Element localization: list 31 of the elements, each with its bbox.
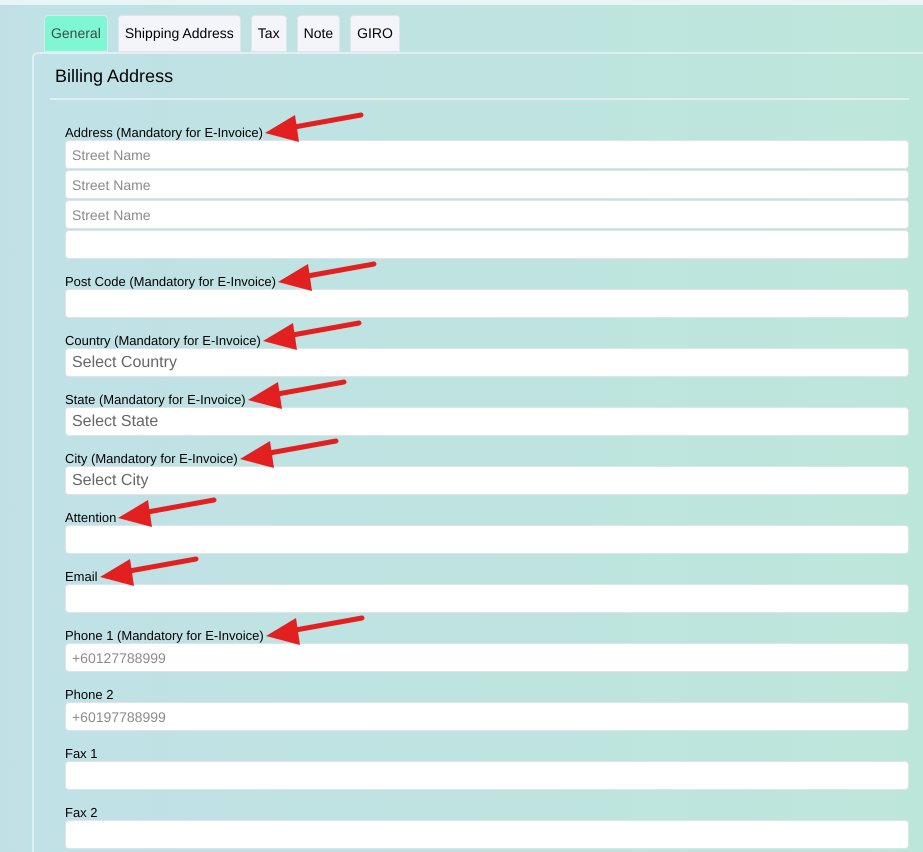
input-field[interactable] bbox=[65, 525, 909, 554]
section-title: Billing Address bbox=[54, 65, 174, 88]
field-label: Phone 2 bbox=[65, 687, 114, 702]
field-label: Address (Mandatory for E-Invoice) bbox=[65, 125, 263, 140]
input-field[interactable]: +60127788999 bbox=[65, 643, 909, 672]
input-field[interactable] bbox=[65, 820, 909, 849]
input-field[interactable] bbox=[65, 289, 909, 318]
field-label: Email bbox=[65, 569, 98, 584]
field-label: Fax 1 bbox=[65, 746, 98, 761]
select-field[interactable]: Select City bbox=[65, 466, 909, 495]
field-label: Phone 1 (Mandatory for E-Invoice) bbox=[65, 628, 264, 643]
tab[interactable]: GIRO bbox=[350, 15, 400, 52]
input-field[interactable] bbox=[65, 230, 909, 259]
field-label: City (Mandatory for E-Invoice) bbox=[65, 451, 238, 466]
tab[interactable]: Note bbox=[296, 15, 340, 52]
select-field[interactable]: Select Country bbox=[65, 348, 909, 377]
field-label: Fax 2 bbox=[65, 805, 98, 820]
field-label: Post Code (Mandatory for E-Invoice) bbox=[65, 274, 276, 289]
input-field[interactable]: Street Name bbox=[65, 200, 909, 229]
field-label: Attention bbox=[65, 510, 116, 525]
field-label: State (Mandatory for E-Invoice) bbox=[65, 392, 246, 407]
tab[interactable]: Shipping Address bbox=[118, 15, 241, 52]
input-field[interactable]: Street Name bbox=[65, 170, 909, 199]
input-field[interactable] bbox=[65, 584, 909, 613]
tab[interactable]: Tax bbox=[250, 15, 287, 52]
input-field[interactable]: Street Name bbox=[65, 140, 909, 169]
tab[interactable]: General bbox=[44, 15, 108, 52]
select-field[interactable]: Select State bbox=[65, 407, 909, 436]
input-field[interactable]: +60197788999 bbox=[65, 702, 909, 731]
input-field[interactable] bbox=[65, 761, 909, 790]
field-label: Country (Mandatory for E-Invoice) bbox=[65, 333, 261, 348]
